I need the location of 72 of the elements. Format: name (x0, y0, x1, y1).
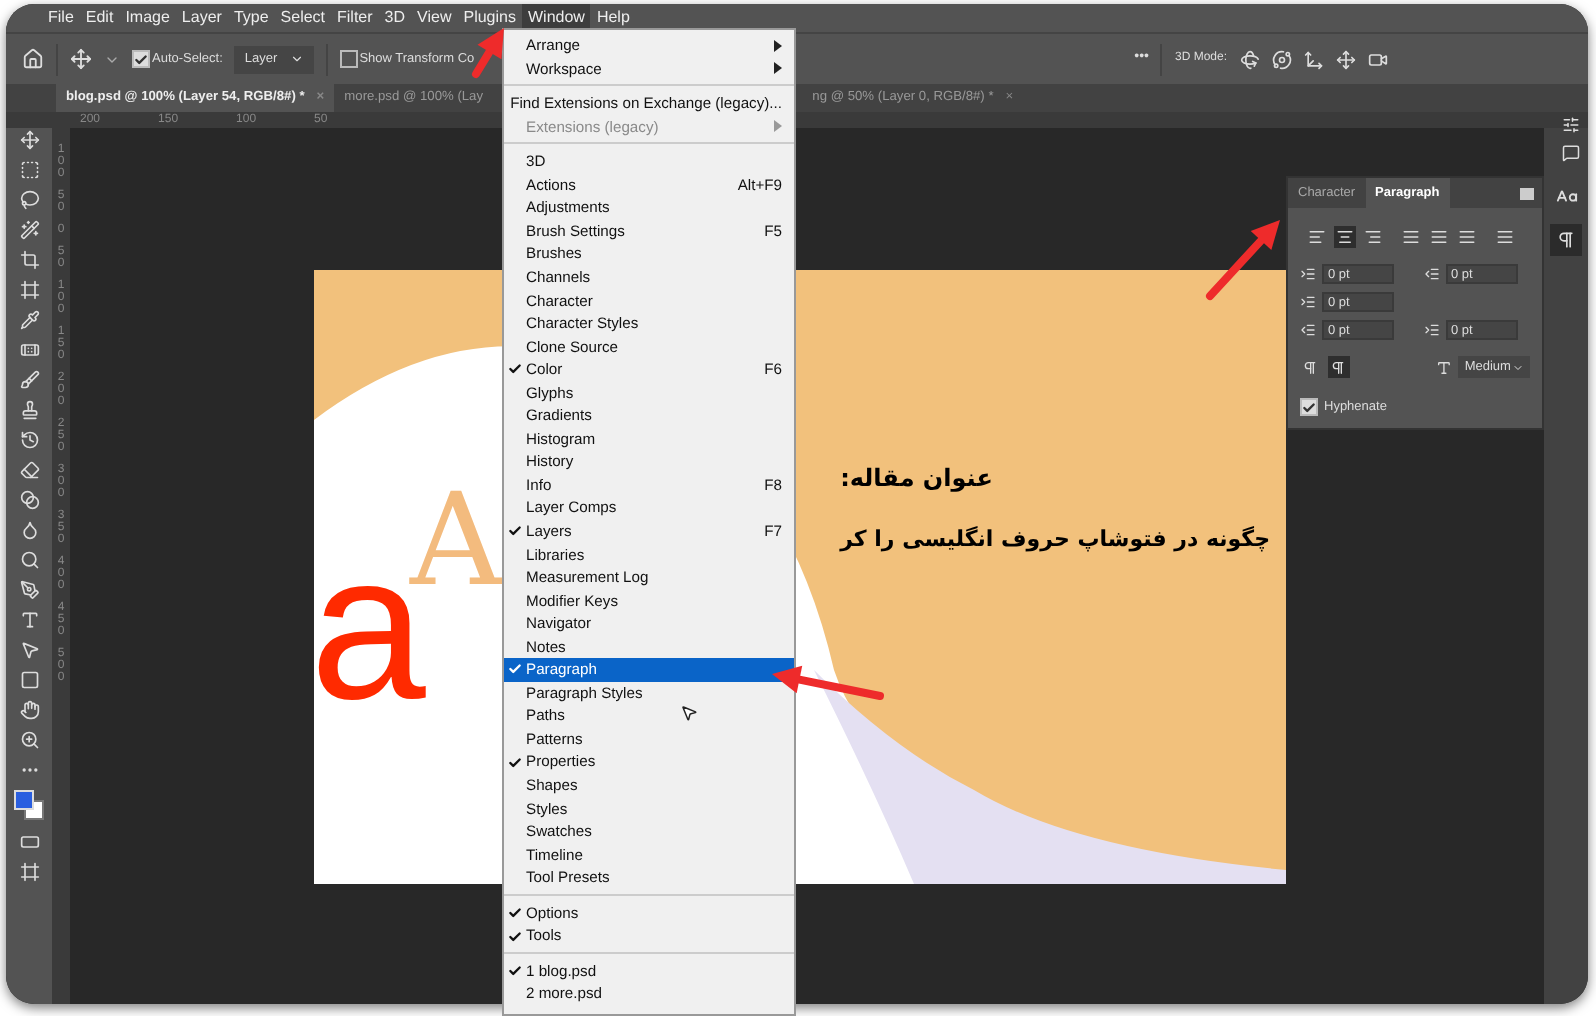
menu-item[interactable]: Image (119, 4, 176, 32)
rectangle-icon[interactable] (19, 670, 39, 690)
indent-icon (1423, 322, 1439, 338)
brush-icon[interactable] (19, 370, 39, 390)
menu-item[interactable]: Filter (331, 4, 379, 32)
menu-item[interactable]: View (411, 4, 458, 32)
article-title: چگونه در فتوشاپ حروف انگلیسی را کر (840, 524, 1270, 556)
align-button[interactable] (1362, 226, 1384, 248)
move-icon[interactable] (70, 48, 92, 70)
sliders-icon[interactable] (1562, 116, 1580, 134)
type-icon[interactable] (19, 610, 39, 630)
indent-icon (1423, 266, 1439, 282)
annotation-arrow (472, 28, 504, 78)
color-swatches-icon[interactable] (13, 790, 45, 822)
direction-button[interactable] (1327, 356, 1350, 378)
hand-icon[interactable] (19, 700, 39, 720)
caret-icon (289, 52, 304, 66)
menu-item[interactable]: Layer (175, 4, 228, 32)
check-icon (508, 964, 522, 979)
annotation-arrow (772, 665, 884, 700)
indent-icon (1300, 322, 1316, 338)
caret-icon (1512, 361, 1524, 373)
frame-icon[interactable] (19, 280, 39, 300)
align-button[interactable] (1334, 226, 1356, 248)
lasso-icon[interactable] (19, 190, 39, 210)
checkbox[interactable] (339, 50, 358, 68)
camera-icon[interactable] (1367, 49, 1387, 69)
menu-item[interactable]: Plugins (457, 4, 522, 32)
pilcrow-icon (1330, 359, 1347, 375)
align-button[interactable] (1306, 226, 1328, 248)
cursor-icon (680, 704, 698, 722)
pen-icon[interactable] (19, 580, 39, 600)
align-button[interactable] (1494, 226, 1516, 248)
marquee-icon[interactable] (19, 160, 39, 180)
pilcrow-icon (1556, 230, 1576, 250)
menu-item[interactable]: Type (227, 4, 275, 32)
checkbox[interactable] (1300, 398, 1318, 417)
menu-item[interactable]: 3D (378, 4, 412, 32)
stamp-icon[interactable] (19, 400, 39, 420)
character-icon (1555, 185, 1577, 207)
menu-item[interactable]: Help (590, 4, 636, 32)
eraser-icon[interactable] (19, 460, 39, 480)
align-button[interactable] (1400, 226, 1422, 248)
droplet-icon[interactable] (19, 520, 39, 540)
paragraph-panel-button[interactable] (1550, 224, 1582, 256)
indent-icon (1300, 266, 1316, 282)
checkbox[interactable] (132, 50, 150, 68)
crop-icon[interactable] (19, 250, 39, 270)
check-icon (508, 362, 522, 377)
check-icon (508, 524, 522, 539)
pointer-icon[interactable] (19, 640, 39, 660)
eyedropper-icon[interactable] (19, 310, 39, 330)
menu-item[interactable]: Select (274, 4, 332, 32)
magic-wand-icon[interactable] (19, 220, 39, 240)
move-icon[interactable] (19, 130, 39, 150)
annotation-arrow (1206, 220, 1280, 300)
comment-icon[interactable] (1562, 144, 1580, 162)
orbit-icon[interactable] (1271, 49, 1291, 69)
home-icon[interactable] (22, 48, 44, 70)
align-button[interactable] (1456, 226, 1478, 248)
pilcrow-icon (1302, 359, 1319, 375)
rotate-icon[interactable] (1239, 49, 1259, 69)
check-icon (508, 662, 522, 677)
align-button[interactable] (1428, 226, 1450, 248)
menu-item[interactable]: Edit (79, 4, 120, 32)
indent-icon (1300, 294, 1316, 310)
bandage-icon[interactable] (19, 340, 39, 360)
submenu-arrow-icon (774, 120, 782, 133)
zoom-icon[interactable] (19, 730, 39, 750)
menu-item[interactable]: File (42, 4, 80, 32)
article-heading: عنوان مقاله: (840, 462, 993, 496)
check-icon (508, 755, 522, 770)
